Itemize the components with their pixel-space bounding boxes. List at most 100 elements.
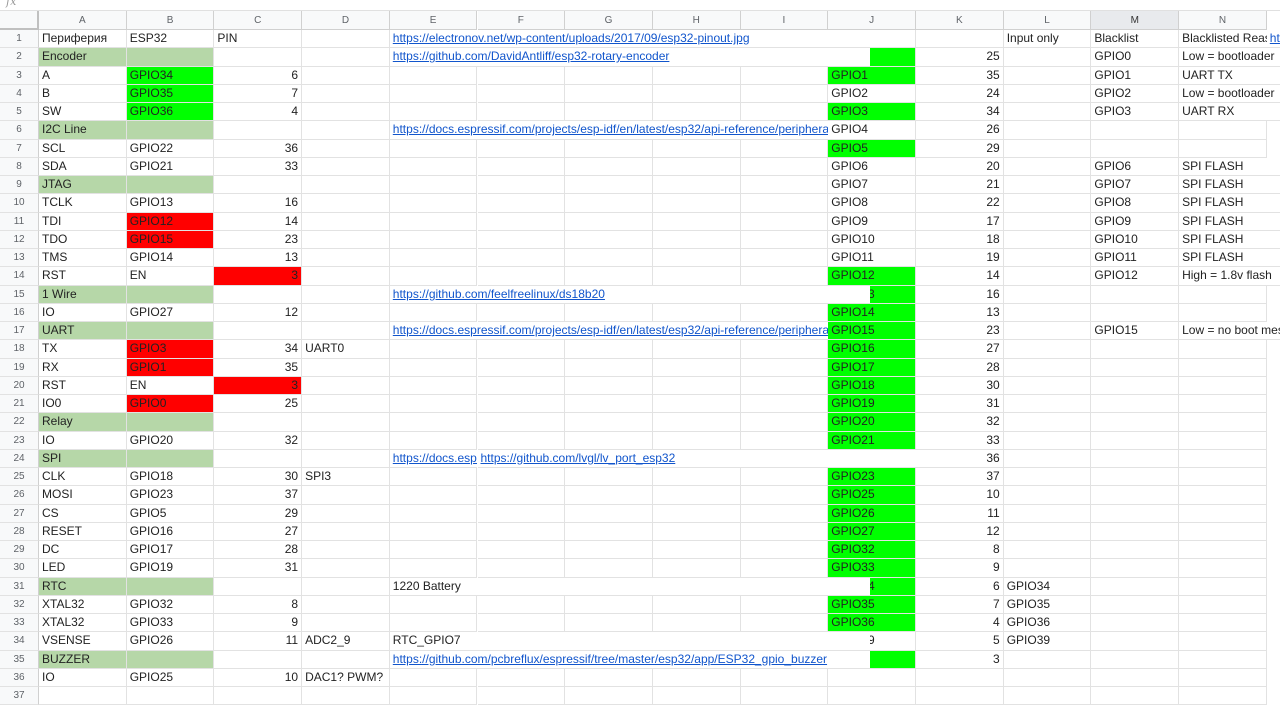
grid-cell[interactable]	[565, 486, 653, 505]
data-cell[interactable]: 5	[916, 632, 1004, 651]
grid-cell[interactable]	[652, 194, 741, 213]
column-header-f[interactable]: F	[477, 11, 566, 30]
hyperlink-cell[interactable]: https://docs.espressif.com/projects/esp-…	[389, 322, 829, 341]
data-cell[interactable]: SPI FLASH	[1179, 194, 1280, 213]
grid-cell[interactable]	[565, 230, 653, 249]
data-cell[interactable]: 14	[214, 212, 303, 231]
data-cell[interactable]: UART0	[302, 340, 390, 359]
data-cell[interactable]: GPIO26	[828, 504, 916, 523]
grid-cell[interactable]	[740, 431, 829, 450]
grid-cell[interactable]	[477, 614, 566, 633]
grid-cell[interactable]	[740, 230, 829, 249]
data-cell[interactable]: 4	[214, 103, 303, 122]
data-cell[interactable]: GPIO32	[126, 595, 215, 614]
grid-cell[interactable]	[565, 340, 653, 359]
data-cell[interactable]: 1220 Battery	[389, 577, 870, 596]
data-cell[interactable]: Low = bootloader	[1179, 84, 1280, 103]
hyperlink-cell[interactable]: https://electronov.net/wp-content/upload…	[389, 30, 870, 49]
grid-cell[interactable]	[740, 522, 829, 541]
grid-cell[interactable]	[1179, 431, 1267, 450]
grid-cell[interactable]	[652, 376, 741, 395]
data-cell[interactable]: 7	[214, 84, 303, 103]
row-header[interactable]: 30	[0, 559, 39, 578]
grid-cell[interactable]	[565, 212, 653, 231]
grid-cell[interactable]	[477, 358, 566, 377]
column-header-j[interactable]: J	[828, 11, 916, 30]
grid-cell[interactable]	[302, 139, 390, 158]
grid-cell[interactable]	[1179, 687, 1267, 705]
grid-cell[interactable]	[477, 687, 566, 705]
data-cell[interactable]: GPIO2	[828, 84, 916, 103]
grid-cell[interactable]	[1179, 413, 1267, 432]
data-cell[interactable]: 29	[214, 504, 303, 523]
column-header-b[interactable]: B	[126, 11, 215, 30]
grid-cell[interactable]	[389, 340, 478, 359]
data-cell[interactable]: SPI FLASH	[1179, 176, 1280, 195]
data-cell[interactable]: UART RX	[1179, 103, 1280, 122]
data-cell[interactable]: TDI	[39, 212, 127, 231]
grid-cell[interactable]	[740, 595, 829, 614]
grid-cell[interactable]	[740, 468, 829, 487]
data-cell[interactable]: GPIO1	[828, 66, 916, 85]
grid-cell[interactable]	[477, 559, 566, 578]
row-header[interactable]: 16	[0, 303, 39, 322]
grid-cell[interactable]	[1003, 84, 1092, 103]
grid-cell[interactable]	[39, 687, 127, 705]
grid-cell[interactable]	[652, 468, 741, 487]
data-cell[interactable]: GPIO5	[126, 504, 215, 523]
grid-cell[interactable]	[389, 413, 478, 432]
data-cell[interactable]: GPIO36	[828, 614, 916, 633]
data-cell[interactable]: 25	[916, 48, 1004, 67]
grid-cell[interactable]	[652, 103, 741, 122]
grid-cell[interactable]	[477, 486, 566, 505]
section-header-cell[interactable]: 1 Wire	[39, 285, 127, 304]
data-cell[interactable]: GPIO11	[1091, 249, 1180, 268]
grid-cell[interactable]	[389, 522, 478, 541]
data-cell[interactable]: 31	[214, 559, 303, 578]
grid-cell[interactable]	[565, 559, 653, 578]
section-header-cell[interactable]: Encoder	[39, 48, 127, 67]
grid-cell[interactable]	[1003, 249, 1092, 268]
data-cell[interactable]: GPIO25	[828, 486, 916, 505]
data-cell[interactable]: MOSI	[39, 486, 127, 505]
grid-cell[interactable]	[1003, 687, 1092, 705]
grid-cell[interactable]	[302, 358, 390, 377]
data-cell[interactable]: SW	[39, 103, 127, 122]
grid-cell[interactable]	[1091, 559, 1180, 578]
grid-cell[interactable]	[565, 541, 653, 560]
grid-cell[interactable]	[565, 103, 653, 122]
grid-cell[interactable]	[1003, 358, 1092, 377]
data-cell[interactable]: GPIO27	[126, 303, 215, 322]
grid-cell[interactable]	[1091, 449, 1180, 468]
data-cell[interactable]: EN	[126, 376, 215, 395]
row-header[interactable]: 12	[0, 230, 39, 249]
data-cell[interactable]: 17	[916, 212, 1004, 231]
data-cell[interactable]: PIN	[214, 30, 303, 49]
grid-cell[interactable]	[389, 358, 478, 377]
grid-cell[interactable]	[1091, 303, 1180, 322]
column-header-l[interactable]: L	[1003, 11, 1092, 30]
grid-cell[interactable]	[1003, 449, 1092, 468]
grid-cell[interactable]	[652, 595, 741, 614]
data-cell[interactable]: GPIO33	[828, 559, 916, 578]
grid-cell[interactable]	[1091, 121, 1180, 140]
row-header[interactable]: 22	[0, 413, 39, 432]
data-cell[interactable]: GPIO15	[126, 230, 215, 249]
row-header[interactable]: 35	[0, 650, 39, 669]
grid-cell[interactable]	[740, 340, 829, 359]
row-header[interactable]: 10	[0, 194, 39, 213]
grid-cell[interactable]	[565, 668, 653, 687]
column-header-e[interactable]: E	[389, 11, 478, 30]
grid-cell[interactable]	[740, 668, 829, 687]
grid-cell[interactable]	[302, 650, 390, 669]
grid-cell[interactable]	[389, 176, 478, 195]
row-header[interactable]: 20	[0, 376, 39, 395]
grid-cell[interactable]	[565, 595, 653, 614]
data-cell[interactable]: 6	[214, 66, 303, 85]
data-cell[interactable]: GPIO10	[1091, 230, 1180, 249]
grid-cell[interactable]	[1091, 395, 1180, 414]
data-cell[interactable]: IO	[39, 431, 127, 450]
data-cell[interactable]: GPIO34	[126, 66, 215, 85]
data-cell[interactable]: 19	[916, 249, 1004, 268]
row-header[interactable]: 28	[0, 522, 39, 541]
